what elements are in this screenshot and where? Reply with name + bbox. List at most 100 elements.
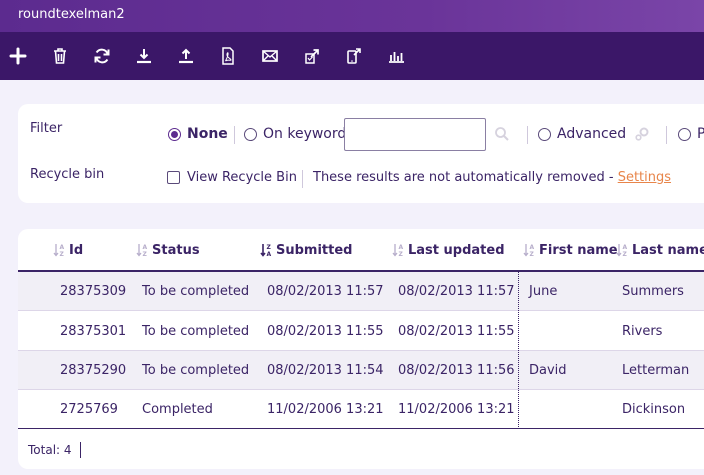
table-row[interactable]: 28375309 To be completed 08/02/2013 11:5… [18,272,704,311]
filter-panel: Filter None On keyword Advanced P Recycl… [18,104,704,203]
plus-icon [9,47,27,65]
filter-option-keyword[interactable]: On keyword [244,126,346,142]
table-row[interactable]: 28375301 To be completed 08/02/2013 11:5… [18,312,704,351]
filter-option-advanced[interactable]: Advanced [538,126,626,142]
cell-last-updated: 08/02/2013 11:56 [398,363,515,378]
export-document-button[interactable] [302,46,322,66]
column-header-first-name[interactable]: AZ First name [523,242,618,258]
svg-text:A: A [530,244,535,251]
column-header-first-name-label: First name [539,242,618,258]
cell-first-name: David [529,363,567,378]
recycle-note: These results are not automatically remo… [313,170,671,185]
column-header-last-name[interactable]: AZ Last name [616,242,704,258]
filter-option-partial[interactable]: P [678,126,704,142]
radio-partial[interactable] [678,127,691,141]
delete-button[interactable] [50,46,70,66]
radio-none[interactable] [168,127,181,141]
cell-last-updated: 11/02/2006 13:21 [398,402,515,417]
svg-text:Z: Z [623,251,628,258]
cell-id: 28375301 [60,324,127,339]
gear-icon[interactable] [634,126,650,142]
email-button[interactable] [260,46,280,66]
divider [234,126,235,144]
keyword-input[interactable] [344,118,486,151]
cell-submitted: 11/02/2006 13:21 [267,402,384,417]
trash-icon [54,48,66,64]
divider [302,170,303,188]
add-button[interactable] [8,46,28,66]
table-row[interactable]: 2725769 Completed 11/02/2006 13:21 11/02… [18,390,704,429]
cell-status: To be completed [142,324,250,339]
download-icon [137,49,151,64]
cell-id: 28375290 [60,363,127,378]
svg-text:Z: Z [60,251,65,258]
refresh-button[interactable] [92,46,112,66]
export-doc-icon [305,49,319,64]
column-header-status-label: Status [152,242,200,258]
view-recycle-bin-checkbox[interactable] [167,171,180,184]
cell-submitted: 08/02/2013 11:54 [267,363,384,378]
column-header-submitted-label: Submitted [276,242,353,258]
cell-last-name: Dickinson [622,402,686,417]
footer-divider [79,442,81,458]
cell-first-name: June [529,284,558,299]
mobile-export-button[interactable] [344,46,364,66]
column-header-submitted[interactable]: ZA Submitted [260,242,352,258]
cell-submitted: 08/02/2013 11:55 [267,324,384,339]
recycle-note-text: These results are not automatically remo… [313,170,618,185]
sort-az-icon: AZ [136,244,148,258]
cell-submitted: 08/02/2013 11:57 [267,284,384,299]
cell-status: To be completed [142,284,250,299]
table-header: AZ Id AZ Status ZA Submitted AZ Last upd… [18,229,704,272]
radio-advanced[interactable] [538,127,551,141]
window-title-bar: roundtexelman2 [0,0,704,32]
cell-last-updated: 08/02/2013 11:57 [398,284,515,299]
download-button[interactable] [134,46,154,66]
filter-label: Filter [30,121,63,136]
cell-last-name: Summers [622,284,684,299]
pdf-export-button[interactable] [218,46,238,66]
filter-option-keyword-label: On keyword [263,126,347,142]
view-recycle-bin-label: View Recycle Bin [187,170,297,185]
cell-last-name: Letterman [622,363,690,378]
cell-last-name: Rivers [622,324,663,339]
column-header-last-updated-label: Last updated [408,242,505,258]
column-header-id-label: Id [69,242,84,258]
pdf-icon [222,47,234,65]
refresh-icon [94,48,110,64]
column-header-id[interactable]: AZ Id [53,242,83,258]
sort-az-icon: AZ [392,244,404,258]
search-icon[interactable] [494,126,510,142]
toolbar [0,32,704,80]
filter-option-none[interactable]: None [168,126,228,142]
window-title: roundtexelman2 [18,7,125,22]
upload-icon [179,48,193,64]
upload-button[interactable] [176,46,196,66]
table-footer: Total: 4 [28,442,81,458]
settings-link[interactable]: Settings [618,170,671,185]
radio-keyword[interactable] [244,127,257,141]
svg-text:Z: Z [267,244,272,251]
cell-status: To be completed [142,363,250,378]
column-header-last-updated[interactable]: AZ Last updated [392,242,505,258]
cell-id: 28375309 [60,284,127,299]
sort-az-icon: AZ [523,244,535,258]
divider [666,126,667,144]
sort-az-icon: AZ [53,244,65,258]
column-header-status[interactable]: AZ Status [136,242,200,258]
svg-text:A: A [60,244,65,251]
cell-status: Completed [142,402,213,417]
statistics-button[interactable] [386,46,406,66]
column-divider [518,272,519,429]
svg-text:A: A [267,251,272,258]
table-row[interactable]: 28375290 To be completed 08/02/2013 11:5… [18,351,704,390]
svg-text:A: A [143,244,148,251]
divider [527,126,528,144]
bar-chart-icon [389,52,404,63]
sort-az-icon: AZ [616,244,628,258]
results-grid: AZ Id AZ Status ZA Submitted AZ Last upd… [18,229,704,469]
total-count: Total: 4 [28,443,72,457]
svg-text:A: A [623,244,628,251]
view-recycle-bin-option[interactable]: View Recycle Bin [167,170,297,185]
svg-text:Z: Z [530,251,535,258]
